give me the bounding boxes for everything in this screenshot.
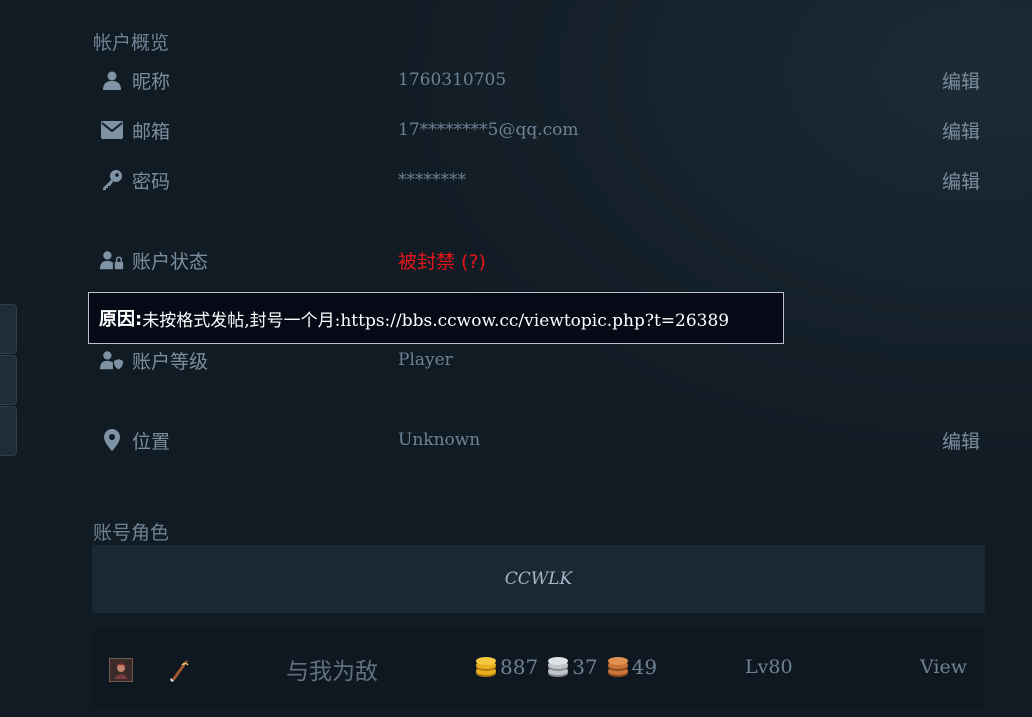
location-value: Unknown	[398, 430, 481, 450]
gold-coin-icon	[476, 657, 496, 677]
user-icon	[100, 68, 124, 92]
level-value: Player	[398, 350, 453, 370]
user-lock-icon	[100, 248, 124, 272]
email-row: 邮箱 17********5@qq.com 编辑	[100, 110, 980, 150]
password-row: 密码 ******** 编辑	[100, 160, 980, 200]
tooltip-text: 未按格式发帖,封号一个月:https://bbs.ccwow.cc/viewto…	[142, 310, 730, 331]
location-label: 位置	[132, 430, 171, 453]
side-tab-1[interactable]	[0, 304, 17, 354]
edit-email-button[interactable]: 编辑	[942, 117, 980, 144]
status-row: 账户状态 被封禁 (?)	[100, 240, 980, 280]
nickname-label: 昵称	[132, 70, 171, 93]
nickname-row: 昵称 1760310705 编辑	[100, 60, 980, 100]
side-tab-2[interactable]	[0, 355, 17, 405]
map-pin-icon	[100, 428, 124, 452]
character-portrait-icon	[109, 658, 133, 682]
status-label: 账户状态	[132, 250, 209, 273]
character-row: 与我为敌 887 37 49 Lv80 View	[92, 630, 985, 708]
side-tab-3[interactable]	[0, 406, 17, 456]
realm-header: CCWLK	[92, 545, 985, 613]
envelope-icon	[100, 118, 124, 142]
character-name: 与我为敌	[286, 659, 378, 685]
character-level: Lv80	[745, 656, 793, 678]
level-label: 账户等级	[132, 350, 209, 373]
edit-location-button[interactable]: 编辑	[942, 427, 980, 454]
view-character-button[interactable]: View	[920, 656, 967, 678]
ban-reason-tooltip: 原因: 未按格式发帖,封号一个月:https://bbs.ccwow.cc/vi…	[88, 292, 784, 344]
edit-nickname-button[interactable]: 编辑	[942, 67, 980, 94]
nickname-value: 1760310705	[398, 70, 507, 90]
key-icon	[100, 168, 124, 192]
silver-amount: 37	[572, 655, 598, 679]
tooltip-label: 原因:	[99, 309, 143, 330]
password-value: ********	[398, 170, 466, 190]
copper-amount: 49	[631, 655, 658, 679]
copper-coin-icon	[607, 657, 628, 677]
character-money: 887 37 49	[474, 655, 665, 679]
silver-coin-icon	[548, 657, 569, 677]
location-row: 位置 Unknown 编辑	[100, 420, 980, 460]
user-shield-icon	[100, 348, 124, 372]
realm-name: CCWLK	[504, 569, 573, 589]
status-value[interactable]: 被封禁 (?)	[398, 247, 980, 274]
gold-amount: 887	[500, 655, 539, 679]
email-label: 邮箱	[132, 120, 171, 143]
characters-title: 账号角色	[93, 522, 170, 544]
password-label: 密码	[132, 170, 171, 193]
account-overview-title: 帐户概览	[93, 32, 170, 54]
edit-password-button[interactable]: 编辑	[942, 167, 980, 194]
class-weapon-icon	[166, 657, 192, 683]
email-value: 17********5@qq.com	[398, 120, 579, 140]
level-row: 账户等级 Player	[100, 340, 980, 380]
